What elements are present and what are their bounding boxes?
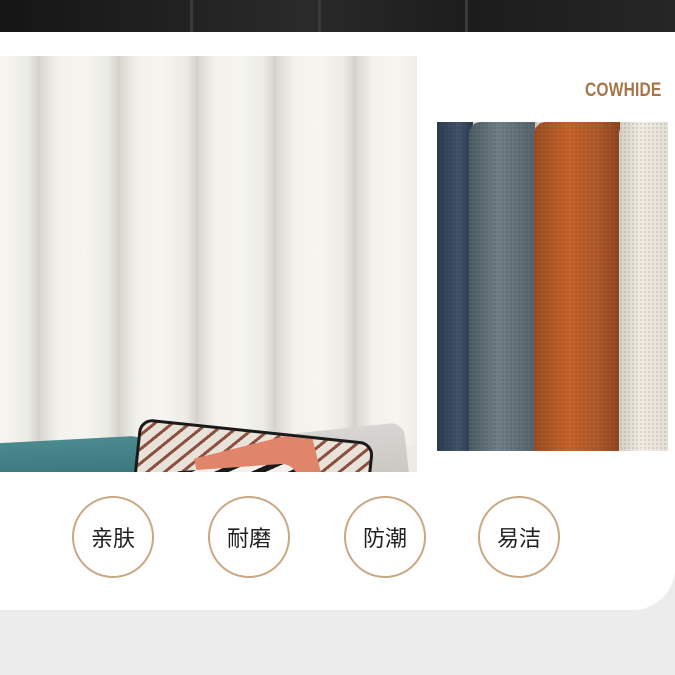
feature-label: 防潮	[362, 527, 407, 552]
feature-label: 亲肤	[90, 527, 135, 552]
gray-leather-roll	[469, 122, 535, 451]
feature-circle-skin-friendly: 亲肤	[72, 496, 154, 578]
feature-label: 耐磨	[226, 527, 271, 552]
feature-label: 易洁	[496, 527, 541, 552]
top-dark-band	[0, 0, 675, 32]
cowhide-label: COWHIDE	[585, 80, 662, 101]
headboard-panel	[198, 56, 276, 446]
cream-leather-roll	[619, 122, 668, 451]
headboard-panel	[0, 56, 40, 446]
top-band-streak	[318, 0, 321, 32]
feature-circle-moisture-proof: 防潮	[344, 496, 426, 578]
headboard-panel	[120, 56, 198, 446]
top-band-streak	[190, 0, 193, 32]
feature-circle-easy-clean: 易洁	[478, 496, 560, 578]
top-band-streak	[465, 0, 468, 32]
tan-leather-roll	[534, 122, 620, 451]
headboard-photo	[0, 56, 417, 472]
feature-circle-wear-resistant: 耐磨	[208, 496, 290, 578]
bottom-background	[0, 610, 675, 675]
headboard-panel	[40, 56, 120, 446]
headboard-panel	[356, 56, 417, 446]
navy-leather-roll	[437, 122, 473, 451]
leather-swatches-photo	[437, 122, 668, 451]
headboard-panel	[276, 56, 356, 446]
